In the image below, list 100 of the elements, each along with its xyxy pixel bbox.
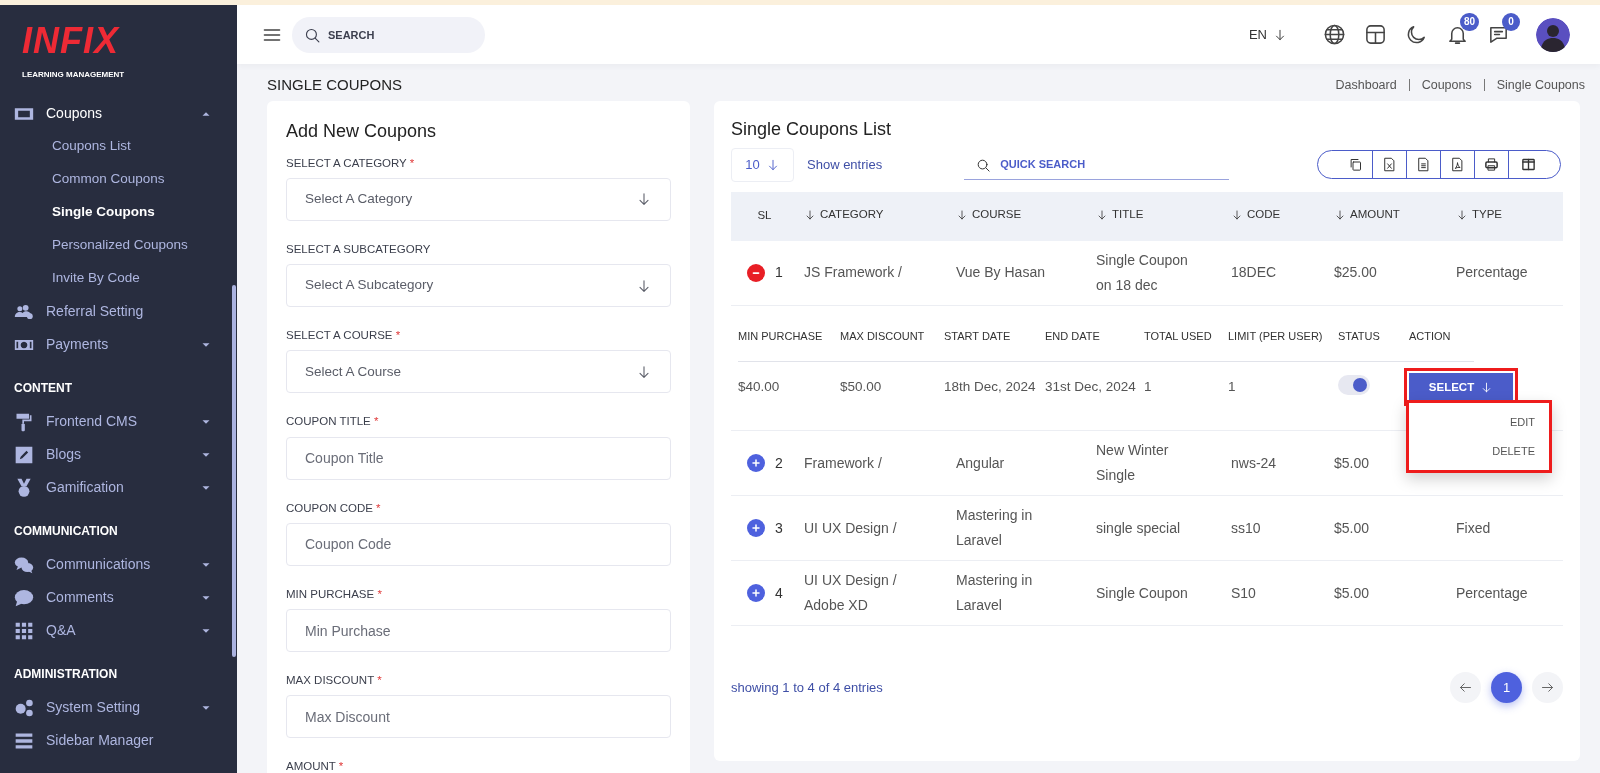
- language-button[interactable]: EN: [1242, 23, 1293, 46]
- menu-item[interactable]: EDIT: [1509, 409, 1535, 435]
- select-field[interactable]: Select A Course: [286, 350, 671, 394]
- sidebar-item[interactable]: Payments: [0, 328, 237, 361]
- card-title: Single Coupons List: [731, 119, 893, 141]
- sidebar-item[interactable]: Blogs: [0, 438, 237, 471]
- field-label: AMOUNT: [286, 760, 336, 773]
- moon-button[interactable]: [1405, 23, 1428, 46]
- input-field[interactable]: Coupon Code: [286, 522, 671, 566]
- detail-header: MIN PURCHASE: [738, 329, 823, 342]
- table-cell: Vue By Hasan: [956, 264, 1045, 281]
- count-badge: 0: [1502, 13, 1520, 31]
- submenu-item[interactable]: Common Coupons: [52, 169, 165, 190]
- submenu-item[interactable]: Personalized Coupons: [52, 235, 188, 256]
- column-header[interactable]: TYPE: [1456, 206, 1503, 224]
- status-toggle[interactable]: [1338, 374, 1370, 395]
- search-field[interactable]: SEARCH: [292, 16, 485, 53]
- layout-button[interactable]: [1364, 23, 1387, 46]
- table-cell: Single Coupon on 18 dec: [1096, 251, 1188, 293]
- breadcrumb-link[interactable]: Single Coupons: [1496, 75, 1585, 95]
- table-cell-text: 1: [775, 263, 783, 283]
- expand-button[interactable]: [747, 519, 765, 538]
- sidebar-item[interactable]: Referral Setting: [0, 295, 237, 328]
- table-cell-text: 2: [775, 453, 783, 473]
- field-label: SELECT A SUBCATEGORY: [286, 242, 431, 255]
- breadcrumb-link[interactable]: Dashboard: [1335, 75, 1397, 95]
- sidebar-item[interactable]: System Setting: [0, 691, 237, 724]
- submenu-item[interactable]: Coupons List: [52, 136, 131, 157]
- detail-cell: $50.00: [840, 378, 882, 394]
- input-field[interactable]: Max Discount: [286, 695, 671, 739]
- chat-bubble-icon: [14, 587, 34, 608]
- sidebar-item[interactable]: Communications: [0, 548, 237, 581]
- table-cell: 18DEC: [1231, 264, 1277, 281]
- table-cell: Single Coupon: [1096, 584, 1188, 601]
- gears-icon: [14, 697, 34, 718]
- count-badge: 80: [1459, 13, 1479, 31]
- menu-item[interactable]: DELETE: [1492, 438, 1535, 464]
- pdf-file-icon: [1450, 157, 1465, 173]
- column-header[interactable]: AMOUNT: [1334, 206, 1400, 224]
- submenu-item[interactable]: Invite By Code: [52, 268, 140, 289]
- table-cell: New Winter Single: [1096, 442, 1169, 484]
- detail-header: ACTION: [1409, 329, 1451, 342]
- select-field[interactable]: Select A Category: [286, 177, 671, 221]
- detail-header: MAX DISCOUNT: [840, 329, 925, 342]
- table-cell: UI UX Design /: [804, 519, 897, 536]
- table-cell: Mastering in Laravel: [956, 572, 1033, 614]
- globe-button[interactable]: [1323, 23, 1346, 46]
- section-heading: COMMUNICATION: [14, 523, 118, 540]
- field-label: SELECT A CATEGORY: [286, 156, 407, 169]
- expand-button[interactable]: [747, 584, 765, 603]
- expand-button[interactable]: [747, 454, 765, 473]
- input-field[interactable]: Min Purchase: [286, 609, 671, 653]
- table-cell: $5.00: [1334, 454, 1370, 471]
- section-heading: ADMINISTRATION: [14, 666, 118, 683]
- grid-icon: [14, 620, 34, 641]
- scrollbar[interactable]: [232, 285, 236, 657]
- page-title: SINGLE COUPONS: [267, 76, 403, 94]
- show-entries-label: Show entries: [807, 155, 883, 174]
- detail-header: LIMIT (PER USER): [1228, 329, 1323, 342]
- column-header[interactable]: TITLE: [1096, 206, 1144, 224]
- table-cell: nws-24: [1231, 454, 1277, 471]
- sidebar-item[interactable]: Gamification: [0, 471, 237, 504]
- moon-icon: [1405, 23, 1428, 46]
- arrow-down-icon: [636, 363, 652, 380]
- document-icon: [1416, 157, 1431, 173]
- globe-icon: [1323, 23, 1346, 46]
- table-cell: S10: [1231, 584, 1256, 601]
- arrow-down-icon: [1273, 27, 1287, 42]
- breadcrumb-link[interactable]: Coupons: [1421, 75, 1472, 95]
- required-mark: *: [377, 674, 382, 687]
- detail-header: END DATE: [1045, 329, 1100, 342]
- select-button[interactable]: SELECT: [1409, 373, 1513, 402]
- column-header[interactable]: CODE: [1231, 206, 1281, 224]
- page-size-select[interactable]: 10: [731, 147, 794, 182]
- logo-tagline: LEARNING MANAGEMENT: [22, 69, 125, 81]
- sidebar-item[interactable]: Frontend CMS: [0, 405, 237, 438]
- sidebar-item[interactable]: Q&A: [0, 614, 237, 647]
- column-header[interactable]: CATEGORY: [804, 206, 884, 224]
- plus-icon: [750, 587, 762, 600]
- sidebar-item[interactable]: Comments: [0, 581, 237, 614]
- avatar[interactable]: [1536, 17, 1570, 52]
- printer-icon: [1484, 157, 1499, 173]
- required-mark: *: [374, 415, 379, 428]
- column-header[interactable]: SL: [757, 207, 772, 225]
- page-button[interactable]: 1: [1491, 672, 1522, 704]
- submenu-item[interactable]: Single Coupons: [52, 202, 155, 223]
- select-field[interactable]: Select A Subcategory: [286, 264, 671, 308]
- table-cell: JS Framework /: [804, 264, 902, 281]
- table-cell-text: 4: [775, 583, 783, 603]
- detail-header: STATUS: [1338, 329, 1380, 342]
- required-mark: *: [376, 501, 381, 514]
- sidebar-item[interactable]: Coupons: [0, 97, 237, 130]
- column-header[interactable]: COURSE: [956, 206, 1022, 224]
- plus-icon: [750, 457, 762, 470]
- input-field[interactable]: Coupon Title: [286, 436, 671, 480]
- collapse-button[interactable]: [747, 263, 765, 282]
- detail-header: TOTAL USED: [1144, 329, 1212, 342]
- table-cell: Fixed: [1456, 519, 1491, 536]
- edit-icon: [14, 444, 34, 465]
- sidebar-item[interactable]: Sidebar Manager: [0, 724, 237, 757]
